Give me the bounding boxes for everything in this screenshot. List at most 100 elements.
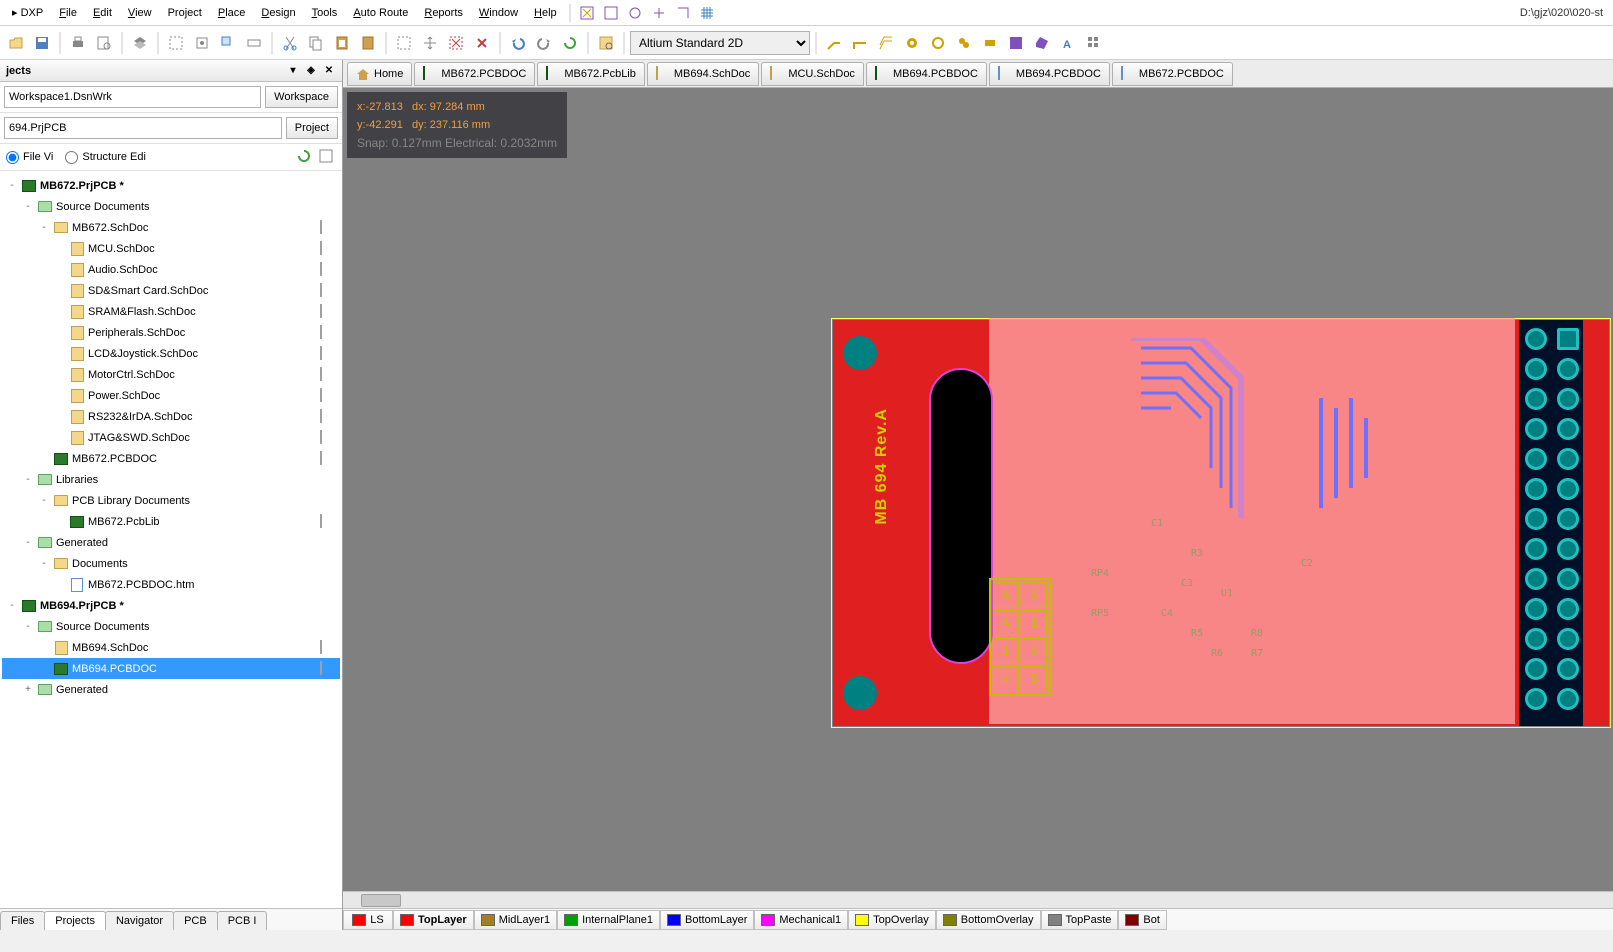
- doc-tab[interactable]: MB672.PcbLib: [537, 62, 645, 86]
- horizontal-scrollbar[interactable]: [343, 891, 1613, 908]
- panel-pin-icon[interactable]: ◈: [304, 64, 318, 78]
- via-icon-3[interactable]: [952, 31, 976, 55]
- menu-tools[interactable]: Tools: [304, 3, 346, 23]
- open-icon[interactable]: [4, 31, 28, 55]
- tree-node[interactable]: -MB672.SchDoc: [2, 217, 340, 238]
- move-icon[interactable]: [418, 31, 442, 55]
- grid-icon[interactable]: [697, 3, 717, 23]
- tree-node[interactable]: RS232&IrDA.SchDoc: [2, 406, 340, 427]
- toolbar-icon-3[interactable]: [625, 3, 645, 23]
- bottom-tab[interactable]: PCB: [173, 911, 218, 930]
- text-icon[interactable]: A: [1056, 31, 1080, 55]
- route-icon-1[interactable]: [822, 31, 846, 55]
- tree-node[interactable]: -Libraries: [2, 469, 340, 490]
- cycle-icon[interactable]: [558, 31, 582, 55]
- menu-autoroute[interactable]: Auto Route: [345, 3, 416, 23]
- tree-node[interactable]: -PCB Library Documents: [2, 490, 340, 511]
- toolbar-icon-1[interactable]: [577, 3, 597, 23]
- menu-dxp[interactable]: ▸ DXP: [4, 2, 51, 23]
- print-icon[interactable]: [66, 31, 90, 55]
- menu-edit[interactable]: Edit: [85, 3, 120, 23]
- menu-file[interactable]: File: [51, 3, 85, 23]
- undo-icon[interactable]: [506, 31, 530, 55]
- tree-node[interactable]: +Generated: [2, 679, 340, 700]
- layer-tab[interactable]: TopPaste: [1041, 910, 1119, 930]
- tree-node[interactable]: SRAM&Flash.SchDoc: [2, 301, 340, 322]
- tree-node[interactable]: MB694.SchDoc: [2, 637, 340, 658]
- toolbar-icon-2[interactable]: [601, 3, 621, 23]
- tree-node[interactable]: MB672.PcbLib: [2, 511, 340, 532]
- layer-tab[interactable]: BottomLayer: [660, 910, 754, 930]
- view-mode-select[interactable]: Altium Standard 2D: [630, 31, 810, 55]
- bottom-tab[interactable]: PCB I: [217, 911, 268, 930]
- zoom-sel-icon[interactable]: [216, 31, 240, 55]
- layer-tab[interactable]: BottomOverlay: [936, 910, 1041, 930]
- menu-project[interactable]: Project: [160, 3, 210, 23]
- project-button[interactable]: Project: [286, 117, 338, 139]
- poly-icon[interactable]: [1030, 31, 1054, 55]
- deselect-icon[interactable]: [444, 31, 468, 55]
- tree-node[interactable]: MB694.PCBDOC: [2, 658, 340, 679]
- doc-tab[interactable]: MB694.SchDoc: [647, 62, 759, 86]
- layer-tab[interactable]: Mechanical1: [754, 910, 848, 930]
- doc-tab[interactable]: MB694.PCBDOC: [866, 62, 987, 86]
- tree-node[interactable]: LCD&Joystick.SchDoc: [2, 343, 340, 364]
- tree-node[interactable]: MB672.PCBDOC.htm: [2, 574, 340, 595]
- layer-tab[interactable]: TopOverlay: [848, 910, 936, 930]
- tree-node[interactable]: -MB672.PrjPCB *: [2, 175, 340, 196]
- tree-node[interactable]: -Source Documents: [2, 616, 340, 637]
- paste-special-icon[interactable]: [356, 31, 380, 55]
- toolbar-icon-5[interactable]: [673, 3, 693, 23]
- via-icon-1[interactable]: [900, 31, 924, 55]
- structure-view-radio[interactable]: Structure Edi: [65, 151, 146, 164]
- settings-icon[interactable]: [318, 148, 336, 166]
- doc-tab[interactable]: MB672.PCBDOC: [1112, 62, 1233, 86]
- bottom-tab[interactable]: Files: [0, 911, 45, 930]
- doc-tab[interactable]: Home: [347, 62, 412, 86]
- browse-icon[interactable]: [594, 31, 618, 55]
- tree-node[interactable]: -MB694.PrjPCB *: [2, 595, 340, 616]
- redo-icon[interactable]: [532, 31, 556, 55]
- tree-node[interactable]: -Generated: [2, 532, 340, 553]
- tree-node[interactable]: MB672.PCBDOC: [2, 448, 340, 469]
- tree-node[interactable]: JTAG&SWD.SchDoc: [2, 427, 340, 448]
- layer-tab[interactable]: TopLayer: [393, 910, 474, 930]
- workspace-button[interactable]: Workspace: [265, 86, 338, 108]
- doc-tab[interactable]: MCU.SchDoc: [761, 62, 864, 86]
- panel-dropdown-icon[interactable]: ▾: [286, 64, 300, 78]
- layer-tab[interactable]: MidLayer1: [474, 910, 557, 930]
- menu-place[interactable]: Place: [210, 3, 254, 23]
- refresh-icon[interactable]: [296, 148, 314, 166]
- tree-node[interactable]: Audio.SchDoc: [2, 259, 340, 280]
- project-input[interactable]: [4, 117, 282, 139]
- menu-design[interactable]: Design: [253, 3, 303, 23]
- save-icon[interactable]: [30, 31, 54, 55]
- clear-icon[interactable]: [470, 31, 494, 55]
- toolbar-icon-4[interactable]: [649, 3, 669, 23]
- route-icon-2[interactable]: [848, 31, 872, 55]
- tree-node[interactable]: -Source Documents: [2, 196, 340, 217]
- project-tree[interactable]: -MB672.PrjPCB *-Source Documents-MB672.S…: [0, 171, 342, 908]
- zoom-fit-icon[interactable]: [190, 31, 214, 55]
- menu-window[interactable]: Window: [471, 3, 526, 23]
- pcb-canvas[interactable]: x:-27.813 dx: 97.284 mm y:-42.291 dy: 23…: [343, 88, 1613, 891]
- layer-tab[interactable]: InternalPlane1: [557, 910, 660, 930]
- doc-tab[interactable]: MB694.PCBDOC: [989, 62, 1110, 86]
- cut-icon[interactable]: [278, 31, 302, 55]
- array-icon[interactable]: [1082, 31, 1106, 55]
- tree-node[interactable]: Peripherals.SchDoc: [2, 322, 340, 343]
- fill-icon[interactable]: [1004, 31, 1028, 55]
- layer-tab[interactable]: Bot: [1118, 910, 1167, 930]
- copy-icon[interactable]: [304, 31, 328, 55]
- paste-icon[interactable]: [330, 31, 354, 55]
- tree-node[interactable]: SD&Smart Card.SchDoc: [2, 280, 340, 301]
- tree-node[interactable]: MCU.SchDoc: [2, 238, 340, 259]
- zoom-comp-icon[interactable]: [242, 31, 266, 55]
- tree-node[interactable]: MotorCtrl.SchDoc: [2, 364, 340, 385]
- file-view-radio[interactable]: File Vi: [6, 151, 53, 164]
- tree-node[interactable]: Power.SchDoc: [2, 385, 340, 406]
- panel-close-icon[interactable]: ✕: [322, 64, 336, 78]
- bottom-tab[interactable]: Navigator: [105, 911, 174, 930]
- layers-icon[interactable]: [128, 31, 152, 55]
- pad-icon[interactable]: [978, 31, 1002, 55]
